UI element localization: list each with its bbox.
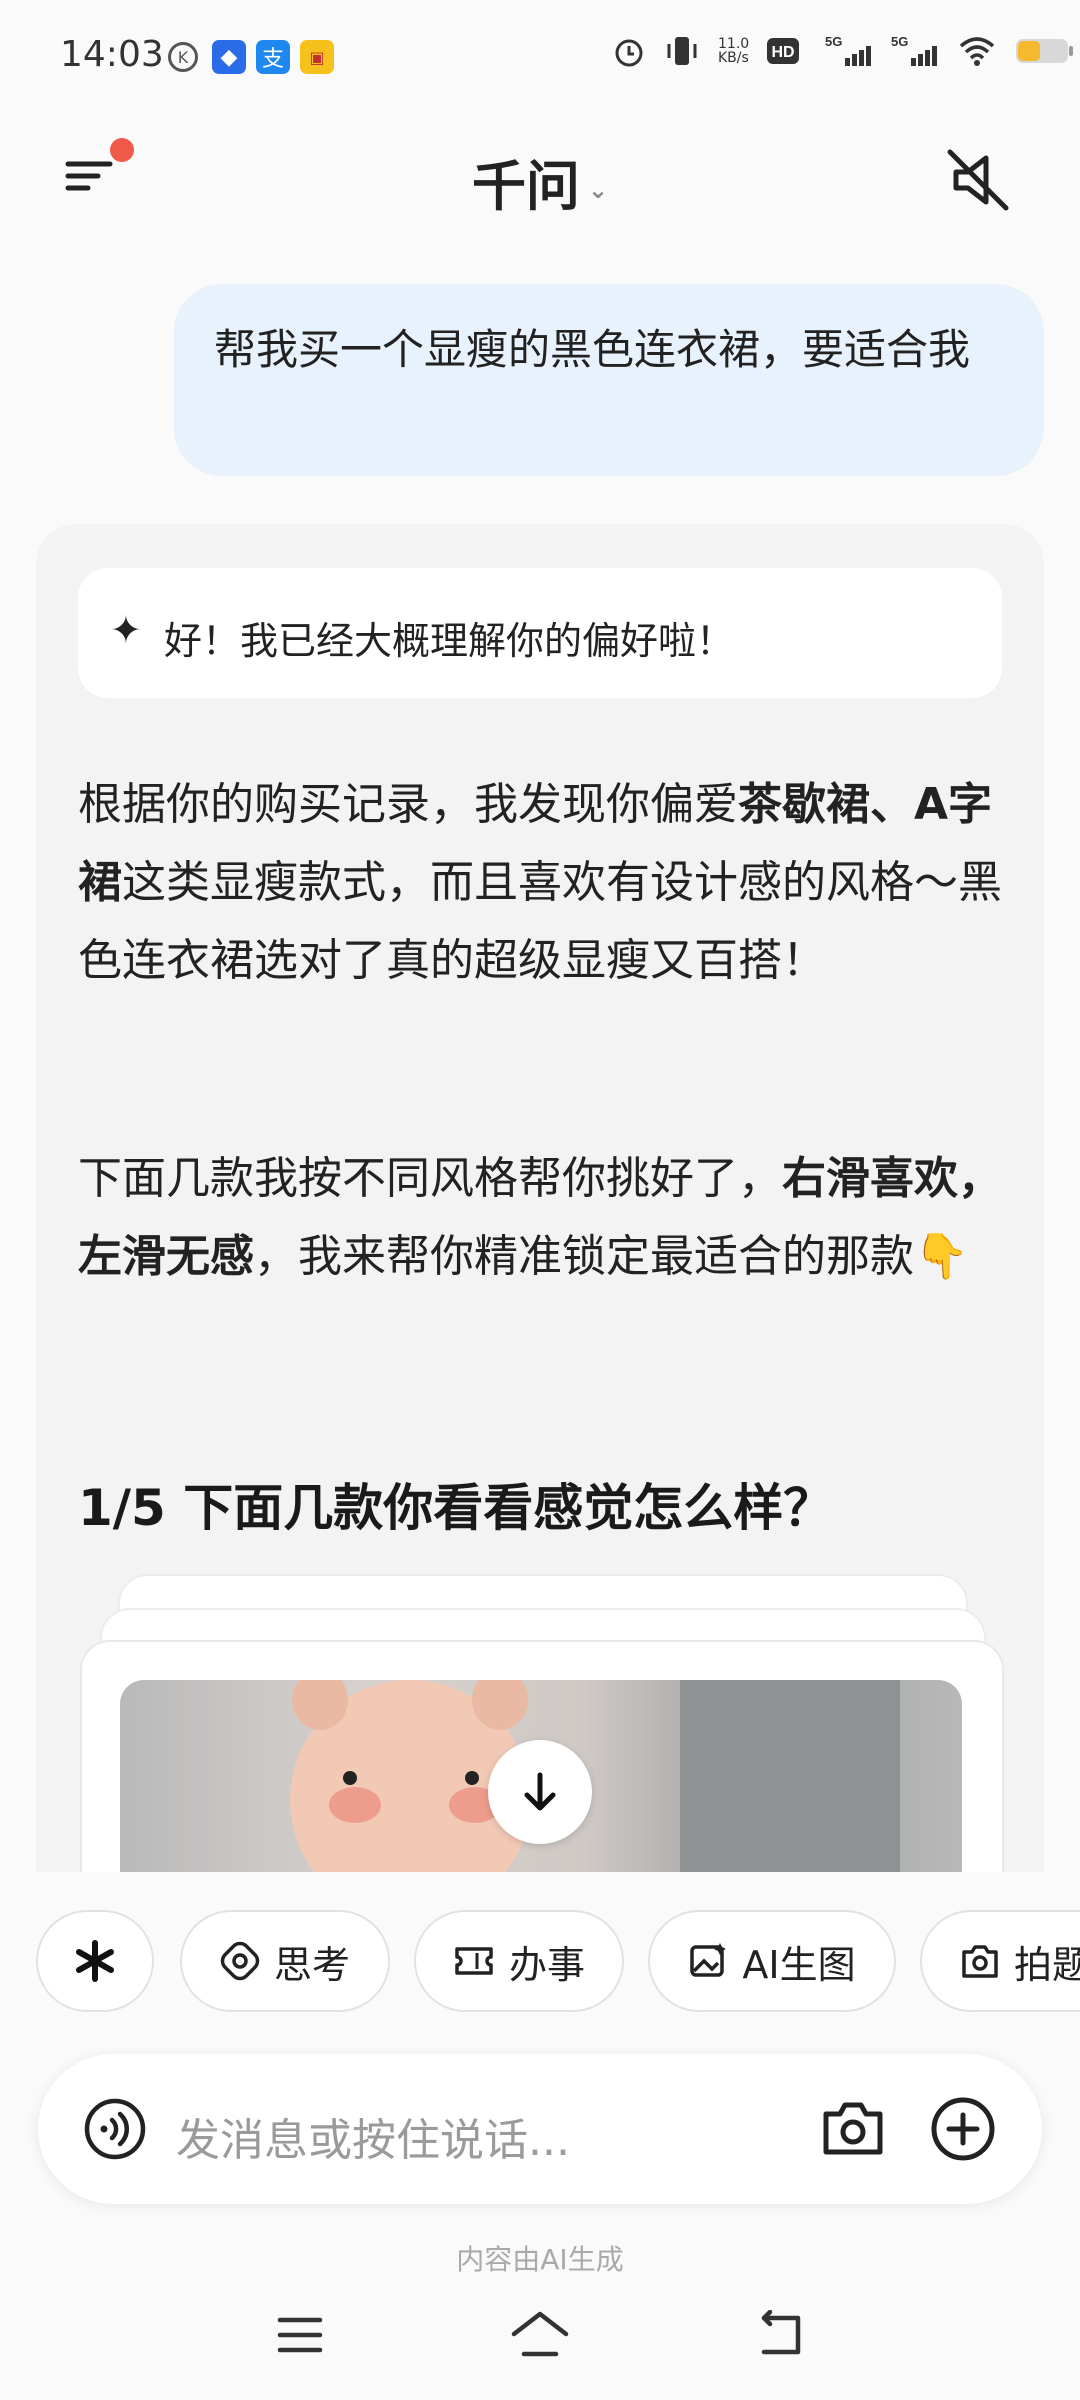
alarm-icon bbox=[615, 39, 643, 67]
user-message-bubble bbox=[174, 284, 1044, 476]
camera-icon[interactable] bbox=[820, 2098, 886, 2160]
chip-task-label: 办事 bbox=[508, 1942, 585, 1987]
hd-icon: HD bbox=[767, 38, 800, 64]
status-right: 11.0 KB/s HD 5G 5G bbox=[612, 34, 1075, 68]
svg-text:5G: 5G bbox=[891, 34, 908, 49]
answer-paragraph-1: 根据你的购买记录，我发现你偏爱茶歇裙、A字裙这类显瘦款式，而且喜欢有设计感的风格… bbox=[78, 766, 1008, 1000]
ai-generated-note: 内容由AI生成 bbox=[456, 2243, 624, 2276]
status-time: 14:03 bbox=[60, 34, 164, 75]
think-icon bbox=[220, 1941, 260, 1981]
user-message-text: 帮我买一个显瘦的黑色连衣裙，要适合我 bbox=[214, 325, 971, 374]
signal-5g-icon: 5G bbox=[825, 34, 872, 66]
app-blue-icon: ◆ bbox=[212, 40, 246, 74]
chip-task[interactable]: 办事 bbox=[414, 1910, 624, 2012]
p1-text-b: 这类显瘦款式，而且喜欢有设计感的风格～黑色连衣裙选对了真的超级显瘦又百搭！ bbox=[78, 857, 1002, 986]
svg-text:HD: HD bbox=[772, 44, 795, 61]
mute-icon[interactable] bbox=[942, 144, 1014, 216]
chevron-down-icon: ⌄ bbox=[587, 176, 609, 205]
p1-bold-1: 茶歇裙 bbox=[738, 779, 870, 830]
arrow-down-icon bbox=[524, 1772, 556, 1811]
net-speed: 11.0 KB/s bbox=[718, 36, 750, 66]
chip-photo-question-label: 拍题 bbox=[1014, 1942, 1080, 1987]
asterisk-icon bbox=[76, 1940, 114, 1982]
chip-think-label: 思考 bbox=[273, 1942, 350, 1987]
p2-text-a: 下面几款我按不同风格帮你挑好了， bbox=[78, 1153, 782, 1204]
scroll-down-button[interactable] bbox=[488, 1740, 592, 1844]
battery-icon bbox=[1016, 39, 1074, 63]
plus-icon[interactable] bbox=[930, 2096, 996, 2162]
p1-text-a: 根据你的购买记录，我发现你偏爱 bbox=[78, 779, 738, 830]
image-gen-icon bbox=[690, 1943, 727, 1977]
signal-5g-icon: 5G bbox=[891, 34, 938, 66]
chip-photo-question[interactable]: 拍题 bbox=[920, 1910, 1080, 2012]
vibrate-icon bbox=[667, 37, 697, 65]
app-title-text: 千问 bbox=[471, 155, 580, 218]
app-yellow-icon: ▣ bbox=[300, 40, 334, 74]
nav-menu-icon[interactable] bbox=[276, 2314, 324, 2356]
app-title[interactable]: 千问 ⌄ bbox=[0, 142, 1080, 221]
wifi-icon bbox=[960, 37, 995, 66]
svg-text:5G: 5G bbox=[825, 34, 842, 49]
sparkle-icon: ✦ bbox=[110, 608, 142, 652]
p1-sep: 、 bbox=[870, 779, 914, 830]
p2-text-b: ，我来帮你精准锁定最适合的那款👇 bbox=[254, 1231, 969, 1282]
answer-paragraph-2: 下面几款我按不同风格帮你挑好了，右滑喜欢，左滑无感，我来帮你精准锁定最适合的那款… bbox=[78, 1140, 1008, 1296]
chip-ai-image[interactable]: AI生图 bbox=[648, 1910, 896, 2012]
chip-ai-image-label: AI生图 bbox=[742, 1942, 856, 1987]
message-input[interactable]: 发消息或按住说话... bbox=[176, 2104, 570, 2168]
voice-icon[interactable] bbox=[84, 2098, 146, 2160]
section-title: 1/5 下面几款你看看感觉怎么样？ bbox=[78, 1479, 834, 1537]
chip-tools[interactable] bbox=[36, 1910, 154, 2012]
camera-small-icon bbox=[962, 1945, 998, 1978]
nav-home-icon[interactable] bbox=[510, 2308, 570, 2360]
thought-text: 好！我已经大概理解你的偏好啦！ bbox=[164, 619, 735, 663]
k-circle-icon: K bbox=[168, 42, 198, 72]
alipay-icon: 支 bbox=[256, 40, 290, 74]
ticket-icon bbox=[455, 1947, 493, 1975]
nav-back-icon[interactable] bbox=[756, 2310, 806, 2358]
chip-think[interactable]: 思考 bbox=[180, 1910, 390, 2012]
